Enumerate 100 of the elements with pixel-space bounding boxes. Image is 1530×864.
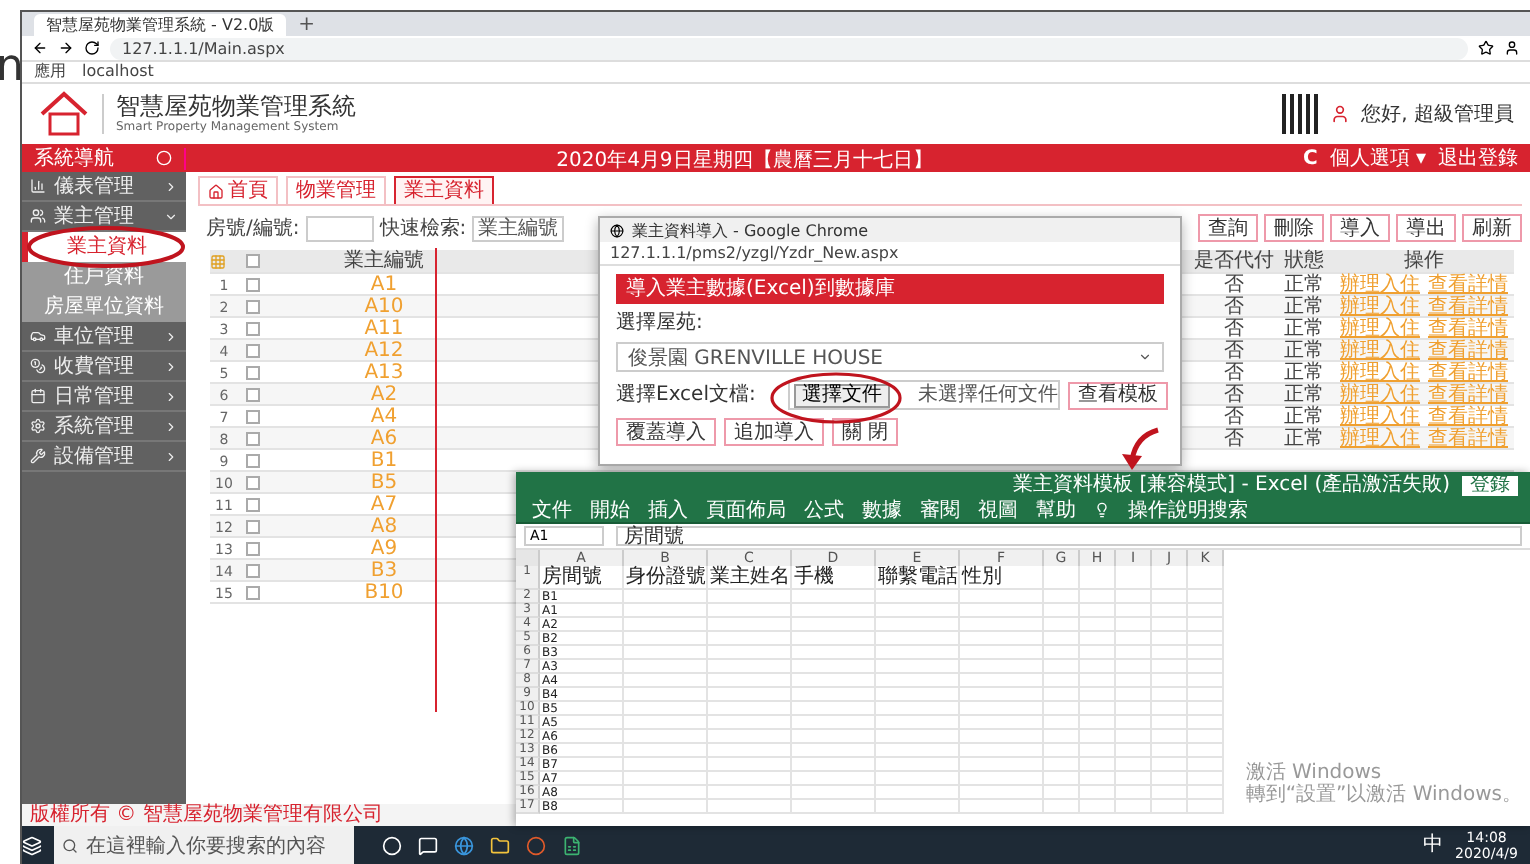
profile-icon[interactable] [1504, 40, 1520, 56]
empty-cell[interactable] [624, 716, 708, 730]
empty-cell[interactable] [876, 646, 960, 660]
empty-cell[interactable] [1080, 604, 1116, 618]
empty-cell[interactable] [708, 590, 792, 604]
formula-field[interactable]: 房間號 [616, 526, 1522, 546]
empty-cell[interactable] [1152, 688, 1188, 702]
empty-cell[interactable] [792, 688, 876, 702]
empty-cell[interactable] [1188, 660, 1224, 674]
room-input-field[interactable] [305, 215, 374, 241]
row-checkbox[interactable] [245, 322, 259, 336]
empty-cell[interactable] [708, 730, 792, 744]
empty-cell[interactable] [1044, 618, 1080, 632]
empty-cell[interactable] [1188, 786, 1224, 800]
row-checkbox[interactable] [245, 542, 259, 556]
empty-cell[interactable] [1188, 772, 1224, 786]
empty-cell[interactable] [1044, 688, 1080, 702]
empty-cell[interactable] [792, 702, 876, 716]
empty-cell[interactable] [1080, 646, 1116, 660]
empty-cell[interactable] [960, 660, 1044, 674]
empty-cell[interactable] [708, 716, 792, 730]
content-tab[interactable]: 物業管理 [286, 176, 386, 204]
empty-cell[interactable] [876, 590, 960, 604]
empty-cell[interactable] [1044, 744, 1080, 758]
empty-cell[interactable] [1116, 716, 1152, 730]
row-checkbox[interactable] [245, 388, 259, 402]
empty-cell[interactable] [1080, 674, 1116, 688]
ribbon-tab[interactable]: 數據 [862, 499, 902, 521]
ime-indicator[interactable]: 中 [1423, 834, 1444, 856]
empty-cell[interactable] [708, 646, 792, 660]
empty-cell[interactable] [1080, 716, 1116, 730]
content-tab[interactable]: 業主資料 [394, 176, 494, 204]
empty-cell[interactable] [876, 772, 960, 786]
empty-cell[interactable] [708, 744, 792, 758]
row-checkbox[interactable] [245, 344, 259, 358]
empty-cell[interactable] [624, 590, 708, 604]
template-button[interactable]: 查看模板 [1067, 381, 1168, 409]
empty-cell[interactable] [1188, 744, 1224, 758]
row-checkbox[interactable] [245, 564, 259, 578]
ribbon-tab[interactable]: 開始 [590, 499, 630, 521]
empty-cell[interactable] [624, 674, 708, 688]
empty-cell[interactable] [876, 660, 960, 674]
empty-cell[interactable] [876, 604, 960, 618]
empty-cell[interactable] [792, 604, 876, 618]
spreadsheet-cell[interactable]: 業主姓名 [708, 566, 792, 590]
empty-cell[interactable] [1188, 632, 1224, 646]
empty-cell[interactable] [708, 618, 792, 632]
empty-cell[interactable] [792, 646, 876, 660]
empty-cell[interactable] [876, 730, 960, 744]
empty-cell[interactable] [1188, 604, 1224, 618]
empty-cell[interactable] [960, 744, 1044, 758]
row-checkbox[interactable] [245, 454, 259, 468]
empty-cell[interactable] [960, 674, 1044, 688]
refresh-button[interactable]: C [1302, 147, 1318, 169]
empty-cell[interactable] [960, 758, 1044, 772]
ribbon-tab[interactable]: 文件 [532, 499, 572, 521]
row-checkbox[interactable] [245, 432, 259, 446]
empty-cell[interactable] [1152, 758, 1188, 772]
empty-cell[interactable] [708, 632, 792, 646]
sidebar-item[interactable]: 車位管理 [22, 322, 186, 352]
row-checkbox[interactable] [245, 366, 259, 380]
empty-cell[interactable] [1080, 744, 1116, 758]
empty-cell[interactable] [624, 800, 708, 814]
empty-cell[interactable] [1044, 730, 1080, 744]
empty-cell[interactable] [792, 590, 876, 604]
empty-cell[interactable] [1116, 604, 1152, 618]
empty-cell[interactable] [1080, 730, 1116, 744]
empty-cell[interactable] [876, 716, 960, 730]
empty-cell[interactable] [1116, 772, 1152, 786]
empty-cell[interactable] [1188, 674, 1224, 688]
ribbon-tab[interactable]: 頁面佈局 [706, 499, 786, 521]
empty-cell[interactable] [1080, 566, 1116, 590]
empty-cell[interactable] [1044, 800, 1080, 814]
empty-cell[interactable] [624, 618, 708, 632]
empty-cell[interactable] [960, 604, 1044, 618]
globe-icon[interactable] [454, 835, 474, 855]
empty-cell[interactable] [1152, 702, 1188, 716]
windows-start-icon[interactable] [22, 835, 42, 855]
empty-cell[interactable] [708, 688, 792, 702]
empty-cell[interactable] [1044, 772, 1080, 786]
empty-cell[interactable] [1152, 744, 1188, 758]
empty-cell[interactable] [792, 716, 876, 730]
empty-cell[interactable] [1080, 590, 1116, 604]
dialog-button[interactable]: 關 閉 [832, 418, 899, 446]
empty-cell[interactable] [1080, 632, 1116, 646]
empty-cell[interactable] [960, 688, 1044, 702]
empty-cell[interactable] [1152, 618, 1188, 632]
row-checkbox[interactable] [245, 410, 259, 424]
empty-cell[interactable] [708, 702, 792, 716]
empty-cell[interactable] [624, 744, 708, 758]
empty-cell[interactable] [1152, 786, 1188, 800]
empty-cell[interactable] [624, 660, 708, 674]
empty-cell[interactable] [1044, 674, 1080, 688]
empty-cell[interactable] [960, 730, 1044, 744]
empty-cell[interactable] [792, 758, 876, 772]
spreadsheet-icon[interactable] [562, 835, 582, 855]
bookmark[interactable]: localhost [82, 62, 154, 82]
empty-cell[interactable] [1116, 566, 1152, 590]
empty-cell[interactable] [792, 786, 876, 800]
empty-cell[interactable] [1188, 566, 1224, 590]
